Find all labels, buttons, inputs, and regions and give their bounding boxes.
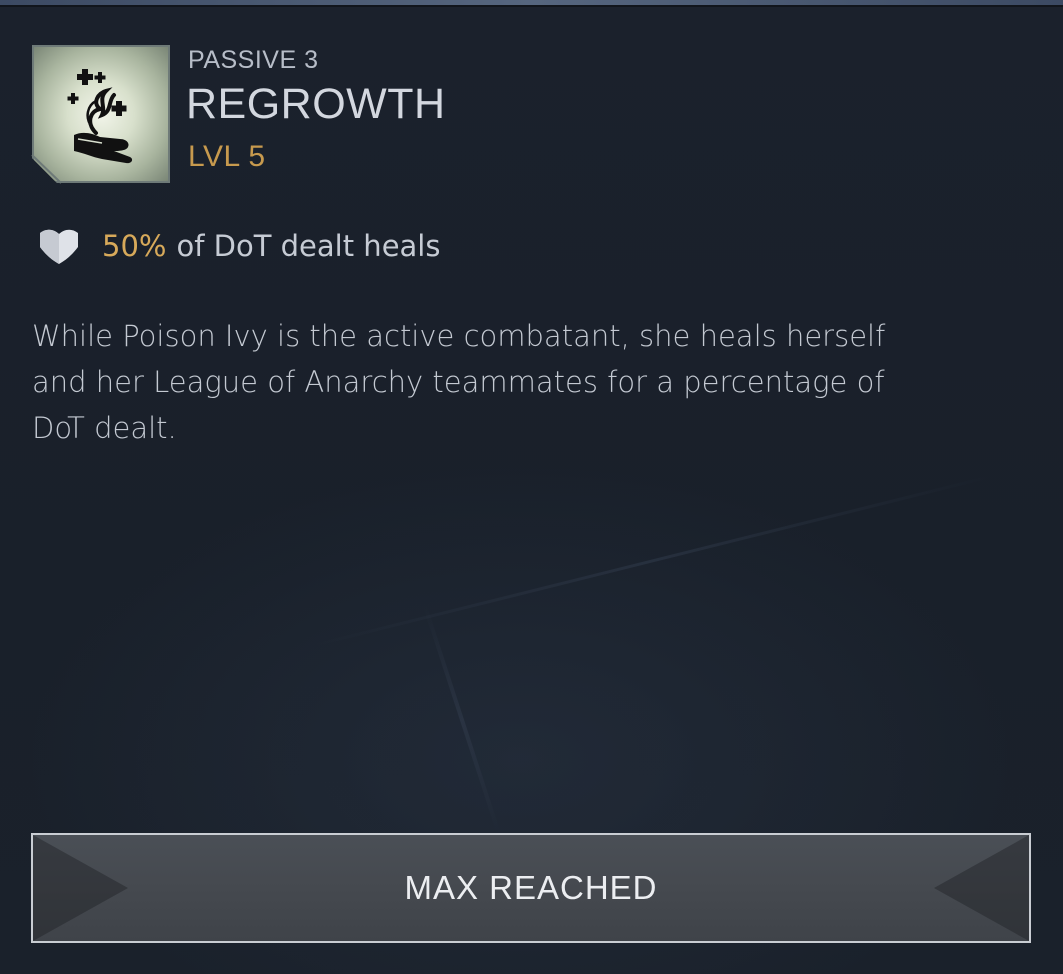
heart-shield-icon — [40, 229, 78, 264]
skill-detail-panel: PASSIVE 3 REGROWTH LVL 5 50% of DoT deal… — [0, 0, 1063, 974]
skill-level: LVL 5 — [188, 140, 266, 173]
stat-value: 50% — [102, 229, 167, 263]
icon-corner-notch — [31, 154, 62, 184]
skill-name: REGROWTH — [186, 80, 446, 128]
background-streak — [423, 605, 501, 835]
stat-text: of DoT dealt heals — [176, 229, 441, 263]
skill-description: While Poison Ivy is the active combatant… — [32, 319, 886, 445]
background-streak — [310, 475, 990, 648]
skill-slot-label: PASSIVE 3 — [188, 46, 319, 74]
max-reached-button[interactable]: MAX REACHED — [31, 833, 1031, 943]
hand-with-healing-crosses-icon — [67, 69, 133, 164]
stat-row: 50% of DoT dealt heals — [36, 226, 440, 266]
max-reached-label: MAX REACHED — [404, 869, 658, 906]
button-bevel-left — [33, 835, 128, 941]
panel-top-border — [0, 0, 1063, 7]
button-bevel-right — [934, 835, 1029, 941]
